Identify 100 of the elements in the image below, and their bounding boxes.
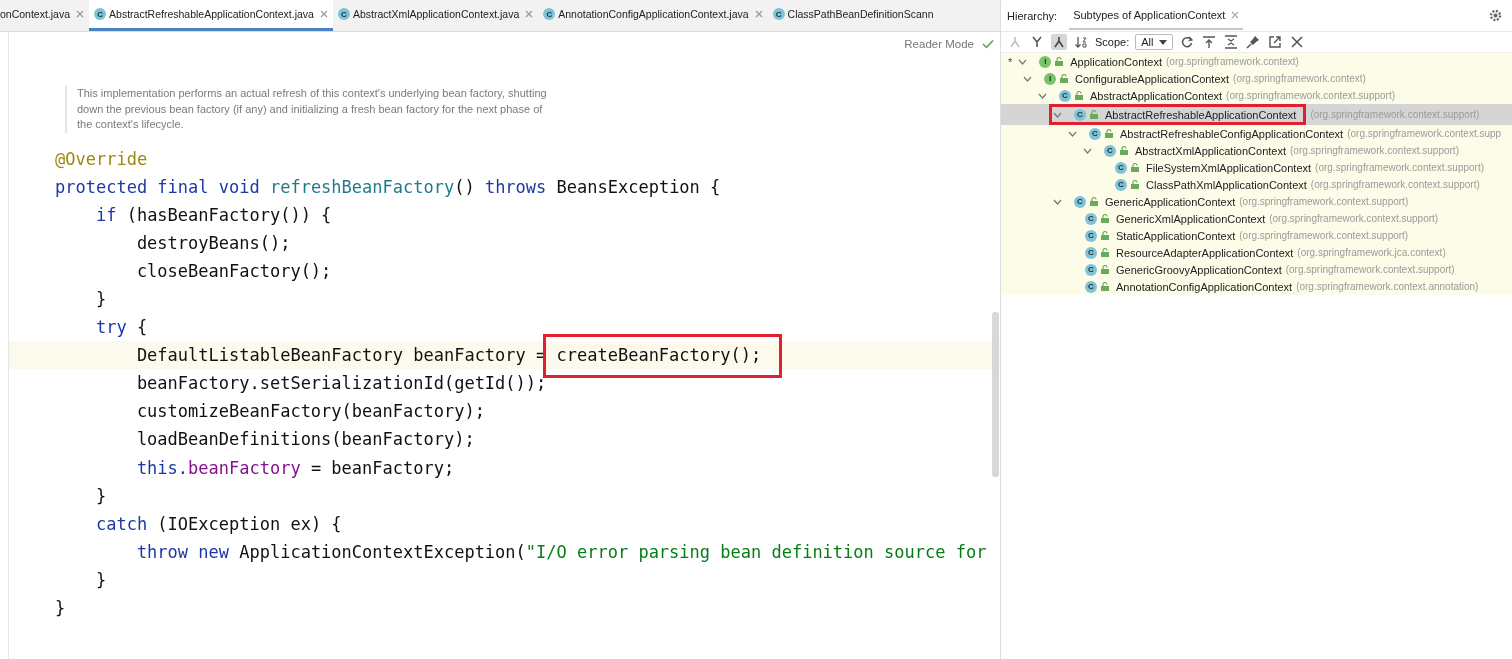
type-name: AbstractRefreshableApplicationContext xyxy=(1105,108,1297,121)
tab-label: AbstractXmlApplicationContext.java xyxy=(352,8,520,20)
lock-icon xyxy=(1105,129,1113,138)
package-name: (org.springframework.context.support) xyxy=(1290,145,1459,156)
code-token: loadBeanDefinitions(beanFactory); xyxy=(135,429,475,450)
code-token: = beanFactory; xyxy=(309,457,455,478)
tree-row[interactable]: C StaticApplicationContext (org.springframework.context.support) xyxy=(1001,227,1512,244)
code-token: protected final void xyxy=(55,176,261,197)
code-token: } xyxy=(94,569,107,590)
type-name: GenericXmlApplicationContext xyxy=(1116,212,1266,225)
package-name: (org.springframework.context.support) xyxy=(1239,230,1409,241)
subtypes-icon xyxy=(1052,35,1066,49)
code-token: } xyxy=(55,598,66,619)
close-icon xyxy=(76,10,85,18)
type-name: ClassPathXmlApplicationContext xyxy=(1146,178,1307,191)
close-icon xyxy=(319,10,328,18)
tree-row[interactable]: C ClassPathXmlApplicationContext (org.springframework.context.support) xyxy=(1001,176,1512,193)
close-icon xyxy=(525,10,534,18)
package-name: (org.springframework.context.supp xyxy=(1347,128,1502,139)
sort-button[interactable] xyxy=(1073,34,1089,50)
refresh-button[interactable] xyxy=(1179,34,1196,50)
class-icon: C xyxy=(1104,144,1116,157)
doc-comment: This implementation performs an actual refresh of this context's underlying bean factory, shutting down the previous bean factory (if any) and initializing a fresh bean factory for the next phase of the context's lifecycle. xyxy=(77,86,547,132)
code-token: (hasBeanFactory()) { xyxy=(126,204,332,225)
expand-all-button[interactable] xyxy=(1223,34,1240,50)
class-icon: C xyxy=(1074,108,1086,121)
lock-icon xyxy=(1101,231,1109,240)
package-name: (org.springframework.jca.context) xyxy=(1297,247,1446,258)
scrollbar[interactable] xyxy=(992,312,999,477)
check-icon xyxy=(982,39,994,49)
expand-all-icon xyxy=(1224,35,1239,49)
class-icon: C xyxy=(1085,263,1097,276)
close-icon xyxy=(754,10,763,18)
tree-row[interactable]: C GenericApplicationContext (org.springframework.context.support) xyxy=(1001,193,1512,210)
panel-title: Hierarchy: xyxy=(1007,9,1058,22)
subtypes-button[interactable] xyxy=(1051,34,1067,50)
fork-button[interactable] xyxy=(1029,34,1045,50)
editor-tab[interactable]: C AnnotationConfigApplicationContext.java xyxy=(538,0,768,31)
class-icon: C xyxy=(1085,212,1097,225)
tree-row[interactable]: * I ApplicationContext (org.springframework.context) xyxy=(1001,53,1512,70)
tab-label: AnnotationConfigApplicationContext.java xyxy=(558,8,749,20)
tree-row[interactable]: C AbstractRefreshableConfigApplicationContext (org.springframework.context.supp xyxy=(1001,125,1512,142)
code-token: "I/O error parsing bean definition source for xyxy=(525,541,987,562)
code-token: ApplicationContextException( xyxy=(239,541,526,562)
editor-tab[interactable]: C AbstractRefreshableApplicationContext.java xyxy=(89,0,333,31)
tree-row[interactable]: C AnnotationConfigApplicationContext (org.springframework.context.annotation) xyxy=(1001,278,1512,295)
package-name: (org.springframework.context) xyxy=(1233,73,1366,84)
open-external-button[interactable] xyxy=(1267,34,1284,50)
code-token: beanFactory xyxy=(188,457,301,478)
lock-icon xyxy=(1090,197,1098,206)
code-token: } xyxy=(94,485,107,506)
tree-row[interactable]: C AbstractRefreshableApplicationContext (org.springframework.context.support) xyxy=(1001,104,1512,125)
editor-tab[interactable]: C AbstractXmlApplicationContext.java xyxy=(332,0,539,31)
settings-icon[interactable] xyxy=(1489,9,1502,22)
lock-icon xyxy=(1060,74,1068,83)
type-name: GenericGroovyApplicationContext xyxy=(1116,263,1282,276)
type-name: ApplicationContext xyxy=(1070,55,1162,68)
class-icon: C xyxy=(1085,280,1097,293)
editor-tab[interactable]: onContext.java xyxy=(0,0,90,31)
type-name: AbstractApplicationContext xyxy=(1090,89,1223,102)
class-icon: C xyxy=(94,8,107,20)
fork-icon xyxy=(1030,35,1044,49)
scope-label: Scope: xyxy=(1095,36,1130,48)
lock-icon xyxy=(1101,214,1109,223)
close-button[interactable] xyxy=(1289,34,1306,50)
lock-icon xyxy=(1101,265,1109,274)
tab-label: onContext.java xyxy=(0,8,71,20)
type-name: AnnotationConfigApplicationContext xyxy=(1116,280,1293,293)
package-name: (org.springframework.context.support) xyxy=(1226,90,1396,101)
pin-button[interactable] xyxy=(1245,34,1262,50)
code-token: (IOException ex) { xyxy=(157,513,342,534)
refresh-icon xyxy=(1180,35,1195,49)
type-name: ConfigurableApplicationContext xyxy=(1075,72,1230,85)
tree-row[interactable]: C GenericGroovyApplicationContext (org.springframework.context.support) xyxy=(1001,261,1512,278)
class-icon: C xyxy=(1059,89,1071,102)
export-icon xyxy=(1202,35,1217,49)
editor-tab[interactable]: C ClassPathBeanDefinitionScann xyxy=(767,0,939,31)
tree-row[interactable]: C AbstractApplicationContext (org.springframework.context.support) xyxy=(1001,87,1512,104)
class-icon: C xyxy=(1089,127,1101,140)
reader-mode-link[interactable]: Reader Mode xyxy=(904,38,974,50)
package-name: (org.springframework.context) xyxy=(1166,56,1299,67)
class-icon: C xyxy=(1085,229,1097,242)
tab-label: Subtypes of ApplicationContext xyxy=(1073,9,1226,21)
tree-row[interactable]: I ConfigurableApplicationContext (org.springframework.context) xyxy=(1001,70,1512,87)
tab-label: AbstractRefreshableApplicationContext.java xyxy=(109,8,314,20)
code-token: catch xyxy=(94,513,149,534)
type-name: StaticApplicationContext xyxy=(1116,229,1236,242)
export-button[interactable] xyxy=(1201,34,1218,50)
tree-row[interactable]: C GenericXmlApplicationContext (org.springframework.context.support) xyxy=(1001,210,1512,227)
tree-row[interactable]: C AbstractXmlApplicationContext (org.springframework.context.support) xyxy=(1001,142,1512,159)
type-name: AbstractRefreshableConfigApplicationContext xyxy=(1120,127,1344,140)
code-token: () xyxy=(454,176,476,197)
tree-row[interactable]: C FileSystemXmlApplicationContext (org.springframework.context.support) xyxy=(1001,159,1512,176)
code-token: this. xyxy=(135,457,189,478)
tree-row[interactable]: C ResourceAdapterApplicationContext (org.springframework.jca.context) xyxy=(1001,244,1512,261)
scope-dropdown[interactable]: All xyxy=(1135,34,1174,50)
code-token: BeansException { xyxy=(556,176,721,197)
hierarchy-tab[interactable]: Subtypes of ApplicationContext xyxy=(1069,1,1244,30)
lock-icon xyxy=(1090,110,1098,119)
package-name: (org.springframework.context.support) xyxy=(1315,162,1485,173)
